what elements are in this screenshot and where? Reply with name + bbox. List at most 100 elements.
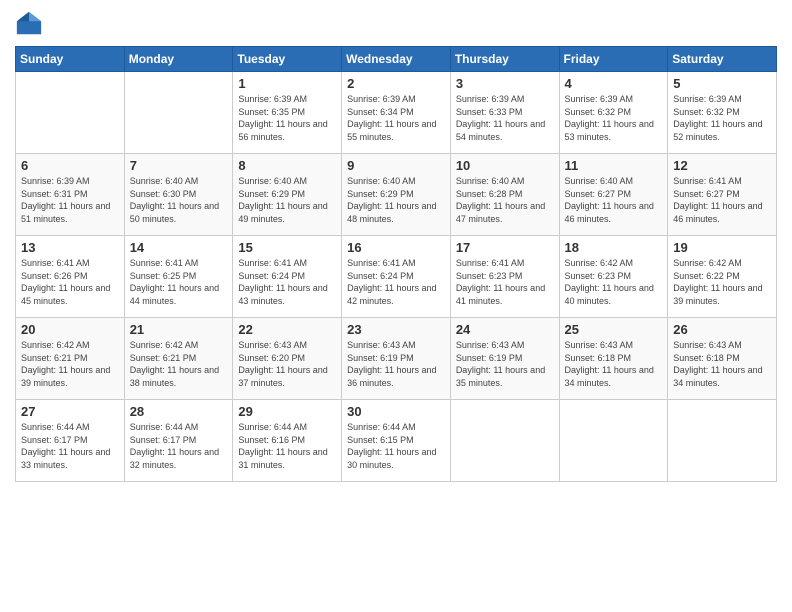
day-info: Sunrise: 6:40 AM Sunset: 6:30 PM Dayligh… (130, 175, 228, 225)
day-number: 25 (565, 322, 663, 337)
day-number: 24 (456, 322, 554, 337)
day-number: 1 (238, 76, 336, 91)
day-info: Sunrise: 6:44 AM Sunset: 6:17 PM Dayligh… (130, 421, 228, 471)
header (15, 10, 777, 38)
day-number: 14 (130, 240, 228, 255)
day-info: Sunrise: 6:39 AM Sunset: 6:32 PM Dayligh… (673, 93, 771, 143)
day-info: Sunrise: 6:41 AM Sunset: 6:24 PM Dayligh… (238, 257, 336, 307)
calendar-cell: 6Sunrise: 6:39 AM Sunset: 6:31 PM Daylig… (16, 154, 125, 236)
day-number: 23 (347, 322, 445, 337)
calendar-cell (450, 400, 559, 482)
day-number: 22 (238, 322, 336, 337)
calendar-cell: 20 Sunrise: 6:42 AM Sunset: 6:21 PM Dayli… (16, 318, 125, 400)
day-number: 10 (456, 158, 554, 173)
page: SundayMondayTuesdayWednesdayThursdayFrid… (0, 0, 792, 612)
calendar-cell: 12Sunrise: 6:41 AM Sunset: 6:27 PM Dayli… (668, 154, 777, 236)
day-number: 19 (673, 240, 771, 255)
calendar-cell: 17Sunrise: 6:41 AM Sunset: 6:23 PM Dayli… (450, 236, 559, 318)
week-row-2: 6Sunrise: 6:39 AM Sunset: 6:31 PM Daylig… (16, 154, 777, 236)
calendar-cell: 24 Sunrise: 6:43 AM Sunset: 6:19 PM Dayli… (450, 318, 559, 400)
calendar-cell (668, 400, 777, 482)
day-info: Sunrise: 6:41 AM Sunset: 6:27 PM Dayligh… (673, 175, 771, 225)
day-number: 26 (673, 322, 771, 337)
calendar-cell: 19 Sunrise: 6:42 AM Sunset: 6:22 PM Dayli… (668, 236, 777, 318)
week-row-3: 13Sunrise: 6:41 AM Sunset: 6:26 PM Dayli… (16, 236, 777, 318)
calendar-cell: 2Sunrise: 6:39 AM Sunset: 6:34 PM Daylig… (342, 72, 451, 154)
logo (15, 10, 47, 38)
day-number: 17 (456, 240, 554, 255)
day-info: Sunrise: 6:42 AM Sunset: 6:21 PM Dayligh… (130, 339, 228, 389)
day-info: Sunrise: 6:41 AM Sunset: 6:25 PM Dayligh… (130, 257, 228, 307)
weekday-header-sunday: Sunday (16, 47, 125, 72)
day-number: 27 (21, 404, 119, 419)
calendar-cell: 4 Sunrise: 6:39 AM Sunset: 6:32 PM Daylig… (559, 72, 668, 154)
day-info: Sunrise: 6:42 AM Sunset: 6:21 PM Dayligh… (21, 339, 119, 389)
calendar-cell: 10 Sunrise: 6:40 AM Sunset: 6:28 PM Dayli… (450, 154, 559, 236)
day-number: 11 (565, 158, 663, 173)
calendar-cell: 23 Sunrise: 6:43 AM Sunset: 6:19 PM Dayli… (342, 318, 451, 400)
day-info: Sunrise: 6:41 AM Sunset: 6:24 PM Dayligh… (347, 257, 445, 307)
calendar-cell: 26 Sunrise: 6:43 AM Sunset: 6:18 PM Dayli… (668, 318, 777, 400)
weekday-header-thursday: Thursday (450, 47, 559, 72)
day-number: 9 (347, 158, 445, 173)
calendar-cell (124, 72, 233, 154)
day-info: Sunrise: 6:39 AM Sunset: 6:34 PM Dayligh… (347, 93, 445, 143)
day-number: 5 (673, 76, 771, 91)
calendar-cell: 7 Sunrise: 6:40 AM Sunset: 6:30 PM Daylig… (124, 154, 233, 236)
day-info: Sunrise: 6:43 AM Sunset: 6:18 PM Dayligh… (673, 339, 771, 389)
calendar-cell: 9 Sunrise: 6:40 AM Sunset: 6:29 PM Daylig… (342, 154, 451, 236)
day-info: Sunrise: 6:42 AM Sunset: 6:22 PM Dayligh… (673, 257, 771, 307)
calendar-cell (16, 72, 125, 154)
weekday-header-friday: Friday (559, 47, 668, 72)
day-info: Sunrise: 6:40 AM Sunset: 6:29 PM Dayligh… (238, 175, 336, 225)
weekday-header-row: SundayMondayTuesdayWednesdayThursdayFrid… (16, 47, 777, 72)
calendar-cell: 13Sunrise: 6:41 AM Sunset: 6:26 PM Dayli… (16, 236, 125, 318)
weekday-header-tuesday: Tuesday (233, 47, 342, 72)
day-info: Sunrise: 6:44 AM Sunset: 6:17 PM Dayligh… (21, 421, 119, 471)
day-info: Sunrise: 6:39 AM Sunset: 6:31 PM Dayligh… (21, 175, 119, 225)
week-row-4: 20 Sunrise: 6:42 AM Sunset: 6:21 PM Dayli… (16, 318, 777, 400)
day-number: 7 (130, 158, 228, 173)
day-info: Sunrise: 6:39 AM Sunset: 6:35 PM Dayligh… (238, 93, 336, 143)
calendar-cell: 15Sunrise: 6:41 AM Sunset: 6:24 PM Dayli… (233, 236, 342, 318)
calendar-cell: 28 Sunrise: 6:44 AM Sunset: 6:17 PM Dayli… (124, 400, 233, 482)
weekday-header-wednesday: Wednesday (342, 47, 451, 72)
day-number: 4 (565, 76, 663, 91)
calendar-cell: 14 Sunrise: 6:41 AM Sunset: 6:25 PM Dayli… (124, 236, 233, 318)
day-info: Sunrise: 6:43 AM Sunset: 6:18 PM Dayligh… (565, 339, 663, 389)
day-number: 20 (21, 322, 119, 337)
day-info: Sunrise: 6:39 AM Sunset: 6:33 PM Dayligh… (456, 93, 554, 143)
calendar-cell: 18 Sunrise: 6:42 AM Sunset: 6:23 PM Dayli… (559, 236, 668, 318)
day-info: Sunrise: 6:43 AM Sunset: 6:20 PM Dayligh… (238, 339, 336, 389)
calendar-cell (559, 400, 668, 482)
day-number: 8 (238, 158, 336, 173)
day-number: 21 (130, 322, 228, 337)
calendar-cell: 30Sunrise: 6:44 AM Sunset: 6:15 PM Dayli… (342, 400, 451, 482)
calendar-cell: 22 Sunrise: 6:43 AM Sunset: 6:20 PM Dayli… (233, 318, 342, 400)
calendar-cell: 8 Sunrise: 6:40 AM Sunset: 6:29 PM Daylig… (233, 154, 342, 236)
day-info: Sunrise: 6:40 AM Sunset: 6:28 PM Dayligh… (456, 175, 554, 225)
day-info: Sunrise: 6:40 AM Sunset: 6:27 PM Dayligh… (565, 175, 663, 225)
day-number: 28 (130, 404, 228, 419)
calendar-cell: 27 Sunrise: 6:44 AM Sunset: 6:17 PM Dayli… (16, 400, 125, 482)
day-info: Sunrise: 6:43 AM Sunset: 6:19 PM Dayligh… (347, 339, 445, 389)
day-info: Sunrise: 6:42 AM Sunset: 6:23 PM Dayligh… (565, 257, 663, 307)
weekday-header-saturday: Saturday (668, 47, 777, 72)
day-info: Sunrise: 6:40 AM Sunset: 6:29 PM Dayligh… (347, 175, 445, 225)
day-info: Sunrise: 6:44 AM Sunset: 6:16 PM Dayligh… (238, 421, 336, 471)
day-info: Sunrise: 6:43 AM Sunset: 6:19 PM Dayligh… (456, 339, 554, 389)
day-info: Sunrise: 6:44 AM Sunset: 6:15 PM Dayligh… (347, 421, 445, 471)
calendar-cell: 29 Sunrise: 6:44 AM Sunset: 6:16 PM Dayli… (233, 400, 342, 482)
day-number: 29 (238, 404, 336, 419)
calendar-cell: 3 Sunrise: 6:39 AM Sunset: 6:33 PM Daylig… (450, 72, 559, 154)
weekday-header-monday: Monday (124, 47, 233, 72)
day-info: Sunrise: 6:39 AM Sunset: 6:32 PM Dayligh… (565, 93, 663, 143)
calendar-cell: 5 Sunrise: 6:39 AM Sunset: 6:32 PM Daylig… (668, 72, 777, 154)
day-number: 18 (565, 240, 663, 255)
calendar-cell: 21 Sunrise: 6:42 AM Sunset: 6:21 PM Dayli… (124, 318, 233, 400)
day-number: 3 (456, 76, 554, 91)
calendar: SundayMondayTuesdayWednesdayThursdayFrid… (15, 46, 777, 482)
calendar-cell: 16 Sunrise: 6:41 AM Sunset: 6:24 PM Dayli… (342, 236, 451, 318)
day-number: 16 (347, 240, 445, 255)
day-number: 13 (21, 240, 119, 255)
